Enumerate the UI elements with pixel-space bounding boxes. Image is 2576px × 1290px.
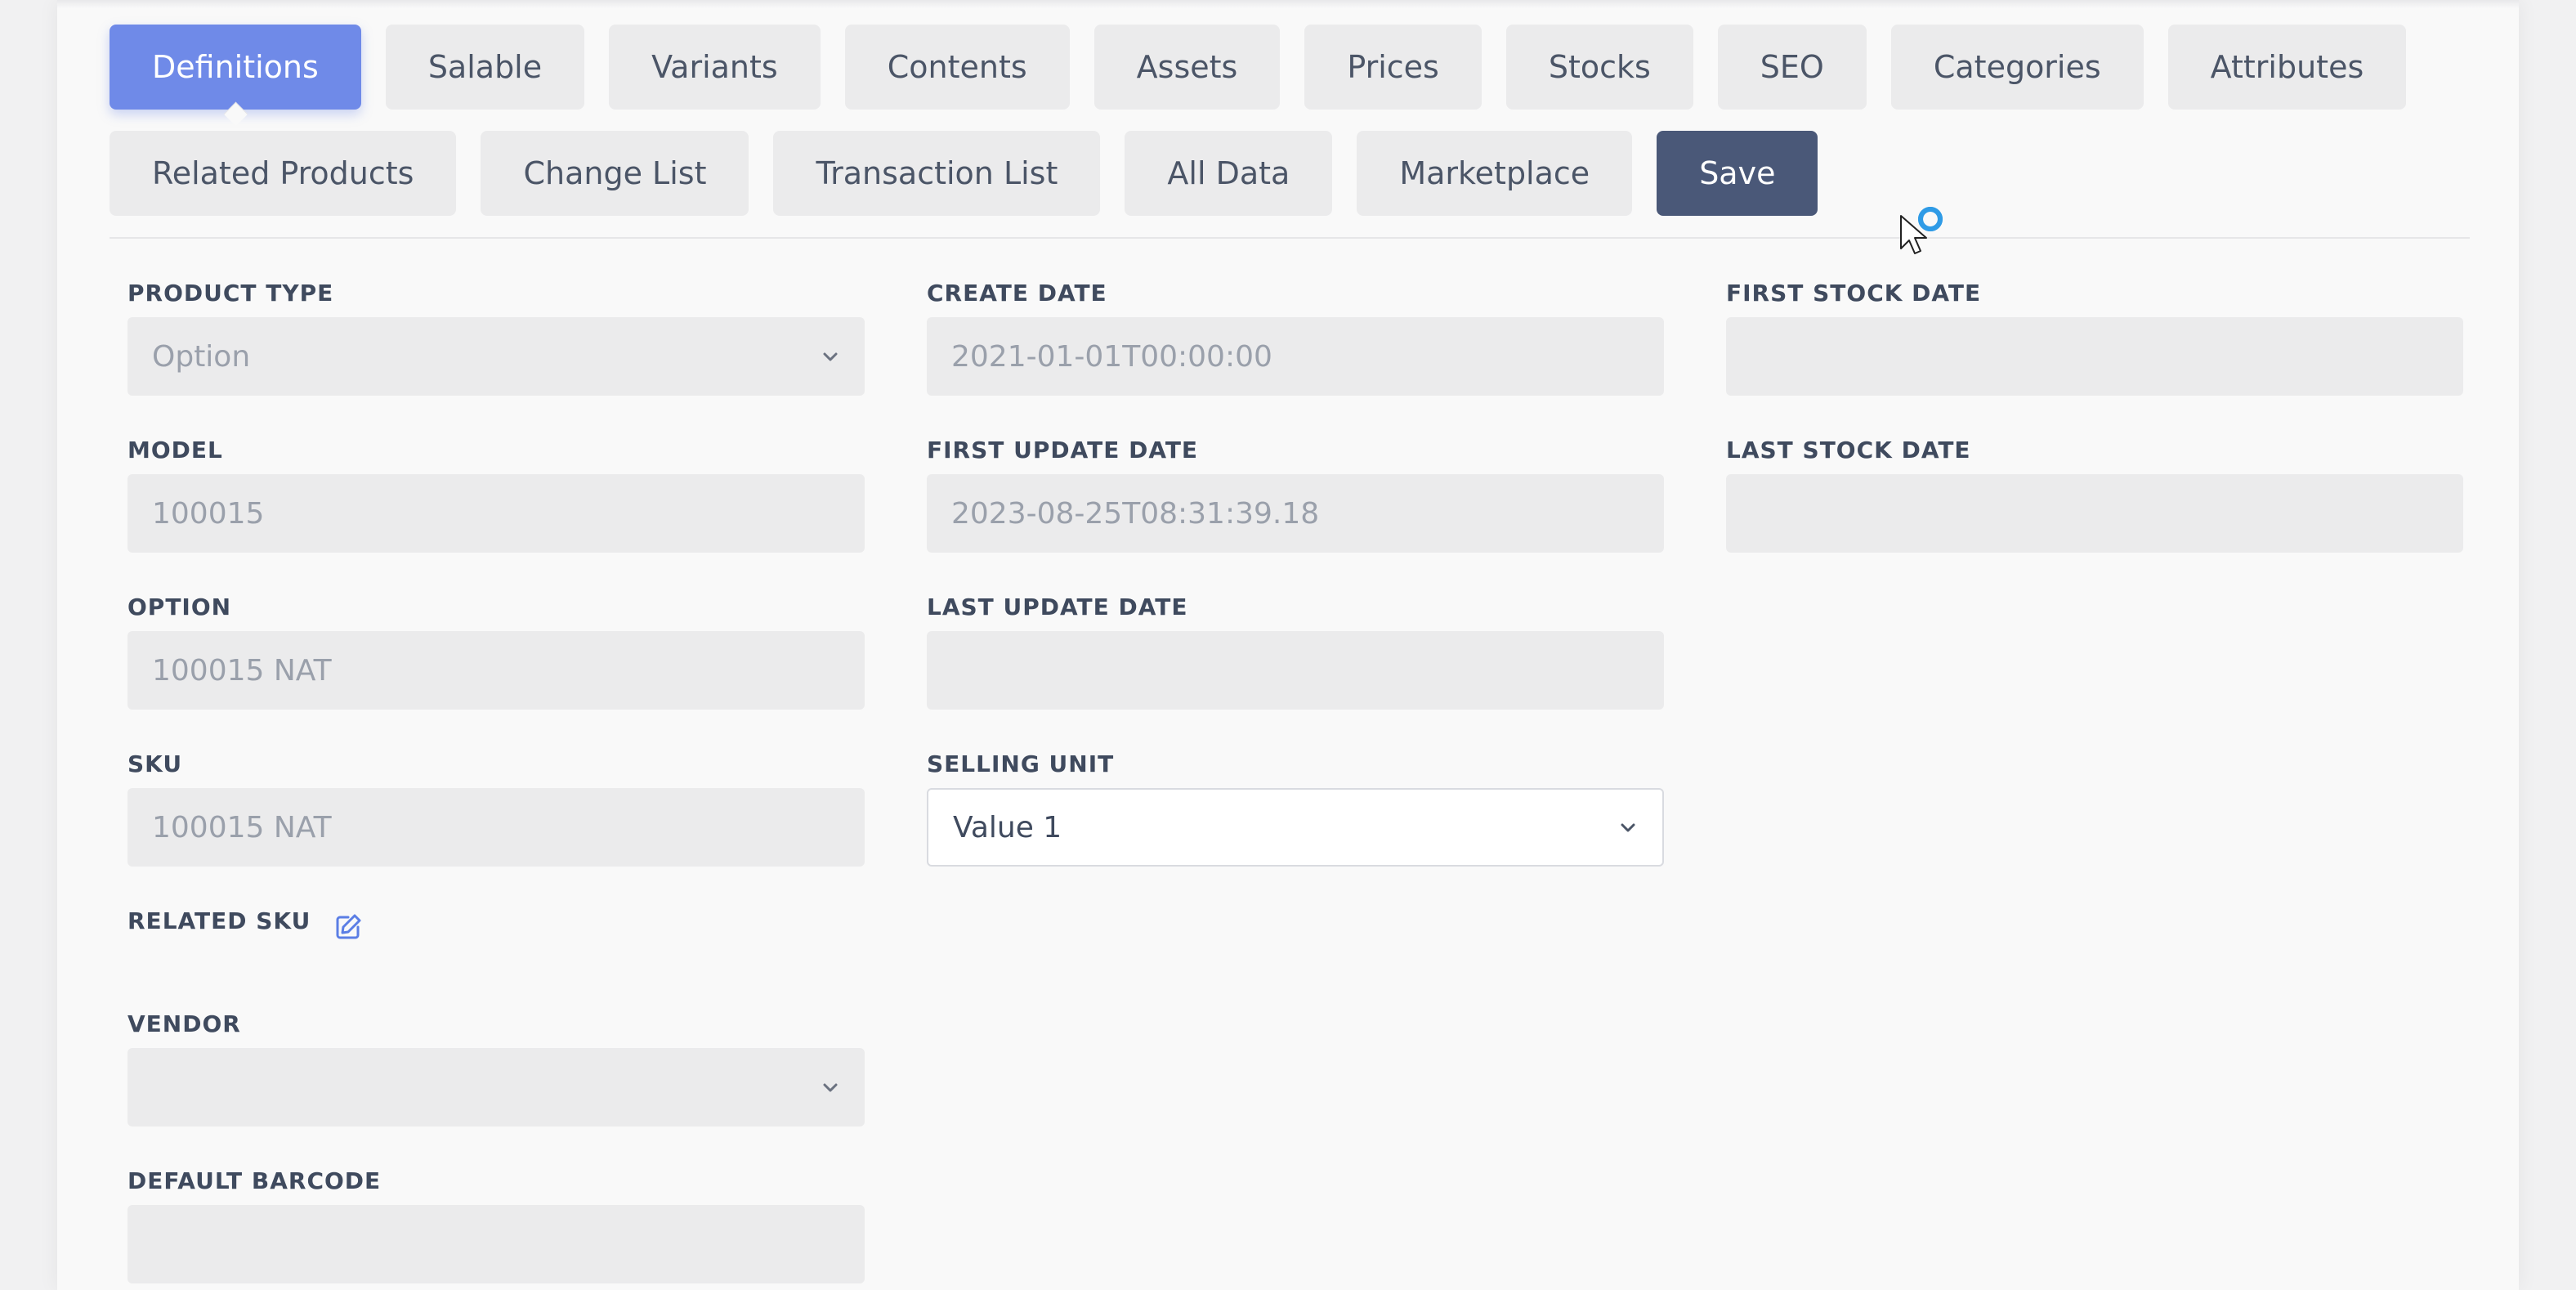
- first-update-date-value: 2023-08-25T08:31:39.18: [951, 496, 1320, 531]
- sku-field: SKU 100015 NAT: [127, 749, 865, 867]
- product-type-field: PRODUCT TYPE Option: [127, 278, 865, 396]
- first-update-date-label: FIRST UPDATE DATE: [927, 437, 1199, 464]
- option-field: OPTION 100015 NAT: [127, 592, 865, 710]
- save-button[interactable]: Save: [1657, 131, 1818, 216]
- sku-label: SKU: [127, 750, 183, 777]
- vendor-field: VENDOR: [127, 1009, 865, 1127]
- tab-attributes[interactable]: Attributes: [2167, 25, 2407, 110]
- last-stock-date-label: LAST STOCK DATE: [1726, 437, 1971, 464]
- option-value: 100015 NAT: [152, 653, 332, 688]
- selling-unit-field: SELLING UNIT Value 1: [927, 749, 1664, 867]
- last-update-date-input[interactable]: [927, 631, 1664, 710]
- first-update-date-field: FIRST UPDATE DATE 2023-08-25T08:31:39.18: [927, 435, 1664, 553]
- related-sku-label: RELATED SKU: [127, 907, 311, 934]
- model-value: 100015: [152, 496, 265, 531]
- chevron-down-icon: [1618, 817, 1638, 837]
- default-barcode-label: DEFAULT BARCODE: [127, 1167, 382, 1194]
- tab-related-products[interactable]: Related Products: [110, 131, 457, 216]
- option-input[interactable]: 100015 NAT: [127, 631, 865, 710]
- tab-assets[interactable]: Assets: [1093, 25, 1281, 110]
- tab-seo[interactable]: SEO: [1717, 25, 1867, 110]
- product-type-value: Option: [152, 339, 251, 374]
- tab-transaction-list[interactable]: Transaction List: [773, 131, 1101, 216]
- selling-unit-select[interactable]: Value 1: [927, 788, 1664, 867]
- tab-categories[interactable]: Categories: [1890, 25, 2144, 110]
- related-sku-row: RELATED SKU: [127, 899, 364, 943]
- tab-marketplace[interactable]: Marketplace: [1357, 131, 1633, 216]
- tab-stocks[interactable]: Stocks: [1505, 25, 1693, 110]
- tab-change-list[interactable]: Change List: [481, 131, 749, 216]
- create-date-value: 2021-01-01T00:00:00: [951, 339, 1272, 374]
- vendor-label: VENDOR: [127, 1010, 241, 1037]
- vendor-select[interactable]: [127, 1048, 865, 1127]
- edit-icon[interactable]: [332, 911, 364, 943]
- selling-unit-value: Value 1: [953, 810, 1062, 844]
- sku-value: 100015 NAT: [152, 810, 332, 844]
- last-stock-date-field: LAST STOCK DATE: [1726, 435, 2463, 553]
- tab-contents[interactable]: Contents: [844, 25, 1070, 110]
- tabs-divider: [110, 237, 2470, 239]
- tabs-row-primary: Definitions Salable Variants Contents As…: [110, 25, 2407, 110]
- model-label: MODEL: [127, 437, 223, 464]
- last-update-date-field: LAST UPDATE DATE: [927, 592, 1664, 710]
- tab-definitions[interactable]: Definitions: [110, 25, 361, 110]
- first-stock-date-input[interactable]: [1726, 317, 2463, 396]
- default-barcode-input[interactable]: [127, 1205, 865, 1283]
- first-stock-date-field: FIRST STOCK DATE: [1726, 278, 2463, 396]
- sku-input[interactable]: 100015 NAT: [127, 788, 865, 867]
- model-input[interactable]: 100015: [127, 474, 865, 553]
- model-field: MODEL 100015: [127, 435, 865, 553]
- chevron-down-icon: [821, 1077, 840, 1097]
- tab-salable[interactable]: Salable: [385, 25, 585, 110]
- option-label: OPTION: [127, 593, 232, 620]
- create-date-input[interactable]: 2021-01-01T00:00:00: [927, 317, 1664, 396]
- default-barcode-field: DEFAULT BARCODE: [127, 1166, 865, 1283]
- last-update-date-label: LAST UPDATE DATE: [927, 593, 1188, 620]
- first-update-date-input[interactable]: 2023-08-25T08:31:39.18: [927, 474, 1664, 553]
- create-date-field: CREATE DATE 2021-01-01T00:00:00: [927, 278, 1664, 396]
- selling-unit-label: SELLING UNIT: [927, 750, 1115, 777]
- mouse-pointer-loading-icon: [1900, 207, 1943, 254]
- tab-variants[interactable]: Variants: [609, 25, 821, 110]
- tab-prices[interactable]: Prices: [1304, 25, 1482, 110]
- panel-top-shadow: [57, 0, 2519, 8]
- tabs-row-secondary: Related Products Change List Transaction…: [110, 131, 1818, 216]
- product-type-select[interactable]: Option: [127, 317, 865, 396]
- tab-all-data[interactable]: All Data: [1125, 131, 1333, 216]
- chevron-down-icon: [821, 347, 840, 366]
- first-stock-date-label: FIRST STOCK DATE: [1726, 280, 1982, 307]
- create-date-label: CREATE DATE: [927, 280, 1107, 307]
- last-stock-date-input[interactable]: [1726, 474, 2463, 553]
- product-type-label: PRODUCT TYPE: [127, 280, 334, 307]
